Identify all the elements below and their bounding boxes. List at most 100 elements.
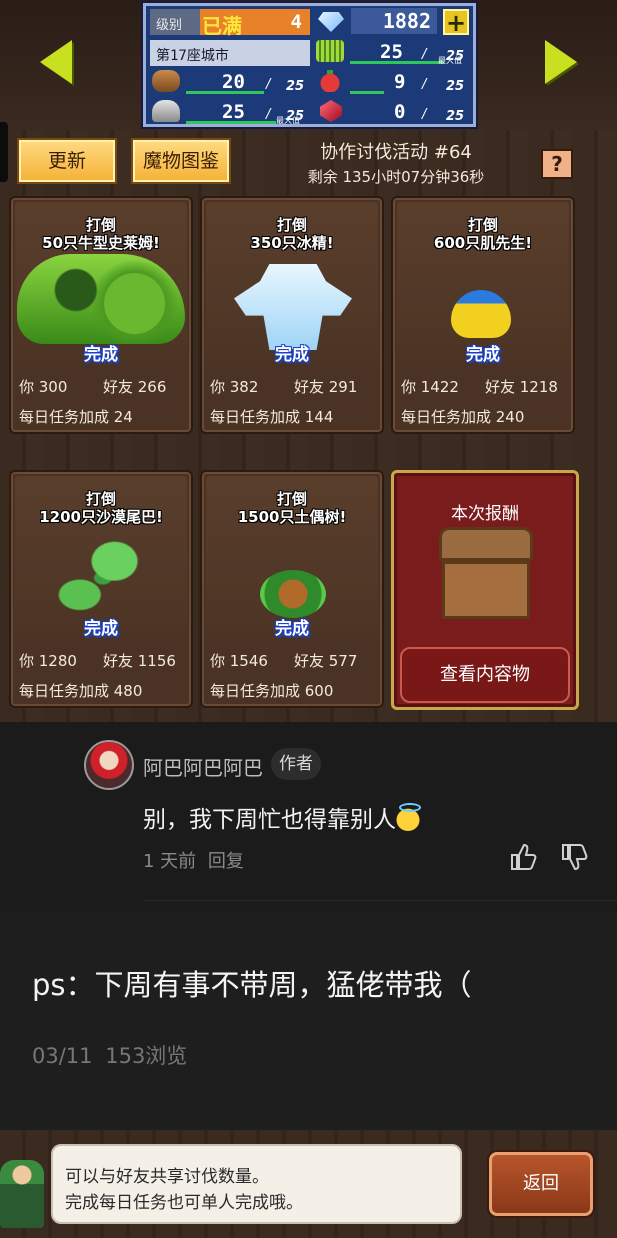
wood-bar bbox=[186, 91, 264, 94]
slime-monster-icon bbox=[17, 254, 185, 344]
grass-max-tag: 最大值 bbox=[438, 56, 462, 65]
quest-status: 完成 bbox=[275, 619, 309, 639]
quest-card[interactable]: 打倒 350只冰精! 完成 你 382 好友 291 每日任务加成 144 bbox=[200, 196, 384, 434]
reward-panel: 本次报酬 查看内容物 bbox=[391, 470, 579, 710]
comment-author[interactable]: 阿巴阿巴阿巴 bbox=[143, 752, 263, 781]
game-screen: 级别 已满 4 第17座城市 1882 + 20 / 25 25 / 25 最大… bbox=[0, 0, 617, 722]
fruit-icon bbox=[316, 70, 344, 92]
level-indicator: 级别 已满 4 bbox=[150, 9, 310, 38]
wood-resource: 20 / 25 bbox=[186, 70, 308, 96]
tip-bubble: 可以与好友共享讨伐数量。 完成每日任务也可单人完成哦。 bbox=[51, 1144, 462, 1224]
grass-resource: 25 / 25 最大值 bbox=[350, 40, 474, 66]
bottom-bar: 可以与好友共享讨伐数量。 完成每日任务也可单人完成哦。 返回 bbox=[0, 1130, 617, 1238]
level-value: 4 bbox=[290, 11, 302, 33]
ruby-resource: 0 / 25 bbox=[394, 101, 465, 124]
post-date: 03/11 bbox=[32, 1044, 93, 1068]
view-contents-button[interactable]: 查看内容物 bbox=[400, 647, 570, 703]
fruit-value: 9 bbox=[394, 71, 406, 93]
comment-time: 1 天前 bbox=[143, 851, 197, 872]
clay-tree-monster-icon bbox=[260, 570, 326, 618]
treasure-chest-icon bbox=[439, 527, 533, 623]
npc-character-icon bbox=[0, 1160, 44, 1228]
fruit-max: 25 bbox=[446, 79, 465, 94]
divider bbox=[143, 900, 617, 901]
quest-status: 完成 bbox=[275, 345, 309, 365]
quest-target: 1500只土偶树! bbox=[237, 508, 347, 526]
ore-bar bbox=[186, 121, 276, 124]
thumbs-down-icon[interactable] bbox=[560, 842, 588, 872]
post-meta: 03/11 153浏览 bbox=[32, 1040, 187, 1070]
city-name: 第17座城市 bbox=[156, 48, 229, 64]
ruby-icon bbox=[320, 100, 342, 122]
quest-card[interactable]: 打倒 1500只土偶树! 完成 你 1546 好友 577 每日任务加成 600 bbox=[200, 470, 384, 708]
avatar[interactable] bbox=[84, 740, 134, 790]
ruby-value: 0 bbox=[394, 101, 406, 123]
level-label: 级别 bbox=[156, 18, 183, 33]
gem-value: 1882 bbox=[382, 9, 431, 33]
post-body: ps：下周有事不带周，猛佬带我（ 03/11 153浏览 bbox=[0, 912, 617, 1142]
status-panel: 级别 已满 4 第17座城市 1882 + 20 / 25 25 / 25 最大… bbox=[143, 3, 476, 127]
friend-count: 好友 1218 bbox=[485, 378, 558, 396]
own-count: 你 382 bbox=[210, 378, 259, 396]
daily-bonus: 每日任务加成 24 bbox=[19, 408, 133, 426]
ore-resource: 25 / 25 最大值 bbox=[186, 100, 308, 126]
ore-icon bbox=[152, 100, 180, 122]
own-count: 你 1422 bbox=[401, 378, 459, 396]
quest-target: 350只冰精! bbox=[250, 234, 334, 252]
fruit-bar bbox=[350, 91, 384, 94]
post-views: 153浏览 bbox=[105, 1044, 188, 1068]
tip-line-1: 可以与好友共享讨伐数量。 bbox=[65, 1167, 269, 1187]
friend-count: 好友 1156 bbox=[103, 652, 176, 670]
ruby-max: 25 bbox=[446, 109, 465, 124]
event-title: 协作讨伐活动 #64 bbox=[320, 142, 472, 163]
angel-smile-emoji-icon bbox=[396, 803, 421, 831]
back-button[interactable]: 返回 bbox=[489, 1152, 593, 1216]
help-button[interactable]: ? bbox=[541, 149, 573, 179]
event-time-remaining: 剩余 135小时07分钟36秒 bbox=[307, 168, 485, 186]
grass-bar bbox=[350, 61, 444, 64]
daily-bonus: 每日任务加成 144 bbox=[210, 408, 334, 426]
friend-count: 好友 266 bbox=[103, 378, 167, 396]
fruit-resource: 9 / 25 bbox=[350, 70, 474, 96]
next-arrow-icon[interactable] bbox=[545, 40, 577, 84]
own-count: 你 1280 bbox=[19, 652, 77, 670]
diamond-icon bbox=[318, 12, 344, 32]
wood-value: 20 bbox=[222, 71, 245, 93]
monster-dex-button[interactable]: 魔物图鉴 bbox=[133, 140, 229, 182]
prev-arrow-icon[interactable] bbox=[40, 40, 72, 84]
reward-title: 本次报酬 bbox=[451, 504, 519, 524]
wood-max: 25 bbox=[286, 79, 305, 94]
city-indicator: 第17座城市 bbox=[150, 40, 310, 66]
tip-line-2: 完成每日任务也可单人完成哦。 bbox=[65, 1193, 303, 1213]
reply-link[interactable]: 回复 bbox=[208, 851, 244, 872]
grass-icon bbox=[316, 40, 344, 62]
comment-text: 别，我下周忙也得靠别人 bbox=[143, 800, 421, 834]
ore-max-tag: 最大值 bbox=[276, 116, 300, 125]
quest-card[interactable]: 打倒 1200只沙漠尾巴! 完成 你 1280 好友 1156 每日任务加成 4… bbox=[9, 470, 193, 708]
own-count: 你 300 bbox=[19, 378, 68, 396]
post-text: ps：下周有事不带周，猛佬带我（ bbox=[32, 968, 472, 1002]
quest-target: 600只肌先生! bbox=[433, 234, 533, 252]
quest-target: 1200只沙漠尾巴! bbox=[39, 508, 163, 526]
quest-status: 完成 bbox=[84, 345, 118, 365]
grass-value: 25 bbox=[380, 41, 403, 63]
quest-card[interactable]: 打倒 600只肌先生! 完成 你 1422 好友 1218 每日任务加成 240 bbox=[391, 196, 575, 434]
daily-bonus: 每日任务加成 240 bbox=[401, 408, 525, 426]
gem-counter: 1882 bbox=[351, 8, 437, 34]
wood-log-icon bbox=[152, 70, 180, 92]
quest-card[interactable]: 打倒 50只牛型史莱姆! 完成 你 300 好友 266 每日任务加成 24 bbox=[9, 196, 193, 434]
thumbs-up-icon[interactable] bbox=[509, 842, 537, 872]
ore-value: 25 bbox=[222, 101, 245, 123]
add-gems-button[interactable]: + bbox=[443, 9, 469, 36]
quest-target: 50只牛型史莱姆! bbox=[42, 234, 160, 252]
level-full-text: 已满 bbox=[202, 14, 242, 38]
comment-meta: 1 天前 回复 bbox=[143, 847, 244, 873]
quest-status: 完成 bbox=[466, 345, 500, 365]
friend-count: 好友 291 bbox=[294, 378, 358, 396]
quest-status: 完成 bbox=[84, 619, 118, 639]
side-handle[interactable] bbox=[0, 122, 8, 182]
comment-item: 阿巴阿巴阿巴 作者 别，我下周忙也得靠别人 1 天前 回复 bbox=[0, 722, 617, 912]
refresh-button[interactable]: 更新 bbox=[19, 140, 115, 182]
desert-tail-monster-icon bbox=[45, 536, 161, 620]
friend-count: 好友 577 bbox=[294, 652, 358, 670]
